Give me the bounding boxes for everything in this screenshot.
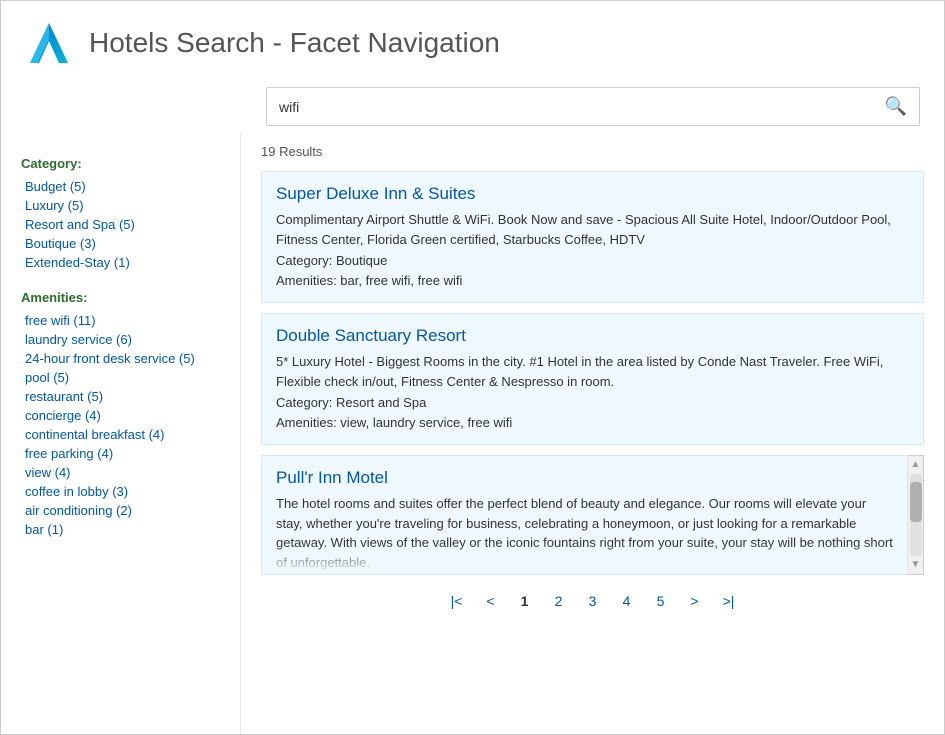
result-category-1: Category: Boutique	[276, 251, 909, 271]
amenity-coffee-lobby[interactable]: coffee in lobby (3)	[21, 482, 224, 501]
sidebar-item-resort-spa[interactable]: Resort and Spa (5)	[21, 215, 224, 234]
results-panel: 19 Results Super Deluxe Inn & Suites Com…	[241, 134, 944, 734]
search-bar-row: 🔍	[1, 77, 944, 134]
sidebar-item-budget[interactable]: Budget (5)	[21, 177, 224, 196]
amenities-label: Amenities:	[21, 290, 224, 305]
sidebar-item-luxury[interactable]: Luxury (5)	[21, 196, 224, 215]
pagination-page-4[interactable]: 4	[613, 589, 641, 613]
amenity-laundry[interactable]: laundry service (6)	[21, 330, 224, 349]
pagination-page-1[interactable]: 1	[511, 589, 539, 613]
pagination-prev[interactable]: <	[477, 589, 505, 613]
scrollbar-track	[910, 474, 922, 556]
header: Hotels Search - Facet Navigation	[1, 1, 944, 77]
category-label: Category:	[21, 156, 224, 171]
pagination-last[interactable]: >|	[715, 589, 743, 613]
result-desc-3: The hotel rooms and suites offer the per…	[276, 494, 893, 572]
result-title-1[interactable]: Super Deluxe Inn & Suites	[276, 184, 909, 204]
result-title-2[interactable]: Double Sanctuary Resort	[276, 326, 909, 346]
amenity-front-desk[interactable]: 24-hour front desk service (5)	[21, 349, 224, 368]
amenity-restaurant[interactable]: restaurant (5)	[21, 387, 224, 406]
results-count: 19 Results	[261, 144, 924, 159]
azure-logo-icon	[25, 19, 73, 67]
result-card-2: Double Sanctuary Resort 5* Luxury Hotel …	[261, 313, 924, 445]
amenity-continental-breakfast[interactable]: continental breakfast (4)	[21, 425, 224, 444]
pagination: |< < 1 2 3 4 5 > >|	[261, 575, 924, 623]
amenity-air-conditioning[interactable]: air conditioning (2)	[21, 501, 224, 520]
pagination-page-5[interactable]: 5	[647, 589, 675, 613]
sidebar-item-boutique[interactable]: Boutique (3)	[21, 234, 224, 253]
pagination-page-2[interactable]: 2	[545, 589, 573, 613]
scrollbar-up-arrow[interactable]: ▲	[911, 458, 921, 472]
result-category-2: Category: Resort and Spa	[276, 393, 909, 413]
amenities-list: free wifi (11) laundry service (6) 24-ho…	[21, 311, 224, 539]
amenity-free-parking[interactable]: free parking (4)	[21, 444, 224, 463]
result-card-3-container: Pull'r Inn Motel The hotel rooms and sui…	[261, 455, 924, 575]
scrollbar-down-arrow[interactable]: ▼	[911, 558, 921, 572]
amenity-bar[interactable]: bar (1)	[21, 520, 224, 539]
pagination-page-3[interactable]: 3	[579, 589, 607, 613]
main-body: Category: Budget (5) Luxury (5) Resort a…	[1, 134, 944, 734]
result-title-3[interactable]: Pull'r Inn Motel	[276, 468, 893, 488]
amenity-view[interactable]: view (4)	[21, 463, 224, 482]
search-input[interactable]	[267, 91, 873, 123]
result-amenities-1: Amenities: bar, free wifi, free wifi	[276, 271, 909, 291]
sidebar: Category: Budget (5) Luxury (5) Resort a…	[1, 134, 241, 734]
result-desc-1: Complimentary Airport Shuttle & WiFi. Bo…	[276, 210, 909, 249]
amenity-concierge[interactable]: concierge (4)	[21, 406, 224, 425]
page-title: Hotels Search - Facet Navigation	[89, 27, 500, 59]
result-card-1: Super Deluxe Inn & Suites Complimentary …	[261, 171, 924, 303]
pagination-next[interactable]: >	[681, 589, 709, 613]
search-bar: 🔍	[266, 87, 920, 126]
scrollbar-thumb[interactable]	[910, 482, 922, 522]
result-desc-2: 5* Luxury Hotel - Biggest Rooms in the c…	[276, 352, 909, 391]
amenity-free-wifi[interactable]: free wifi (11)	[21, 311, 224, 330]
category-list: Budget (5) Luxury (5) Resort and Spa (5)…	[21, 177, 224, 272]
sidebar-item-extended-stay[interactable]: Extended-Stay (1)	[21, 253, 224, 272]
amenity-pool[interactable]: pool (5)	[21, 368, 224, 387]
pagination-first[interactable]: |<	[443, 589, 471, 613]
result-amenities-2: Amenities: view, laundry service, free w…	[276, 413, 909, 433]
result-card-3: Pull'r Inn Motel The hotel rooms and sui…	[261, 455, 908, 575]
search-button[interactable]: 🔍	[873, 88, 919, 125]
